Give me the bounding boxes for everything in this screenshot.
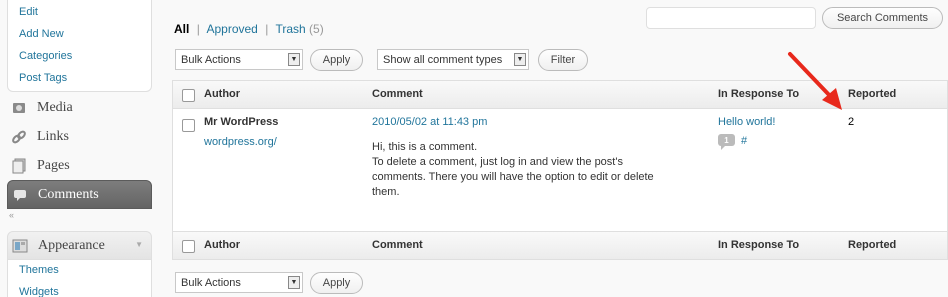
- filter-separator: |: [196, 22, 200, 36]
- row-checkbox[interactable]: [182, 119, 195, 132]
- menu-pages-label: Pages: [37, 157, 70, 173]
- response-hash-link[interactable]: #: [741, 135, 747, 147]
- media-icon: [11, 100, 27, 116]
- bulk-actions-value: Bulk Actions: [181, 53, 241, 66]
- bulk-actions-value: Bulk Actions: [181, 276, 241, 289]
- comments-icon: [12, 187, 28, 203]
- comment-text-body: To delete a comment, just log in and vie…: [372, 156, 654, 198]
- bulk-actions-select-bottom[interactable]: Bulk Actions ▼: [175, 272, 303, 293]
- menu-media[interactable]: Media: [7, 93, 152, 122]
- search-comments-button[interactable]: Search Comments: [822, 7, 943, 29]
- posts-submenu: Edit Add New Categories Post Tags: [7, 0, 152, 92]
- column-in-response-to: In Response To: [718, 239, 800, 251]
- table-footer: Author Comment In Response To Reported: [173, 231, 947, 259]
- column-in-response-to: In Response To: [718, 88, 800, 100]
- menu-links-label: Links: [37, 128, 69, 144]
- submenu-edit[interactable]: Edit: [19, 6, 38, 18]
- author-name: Mr WordPress: [204, 116, 279, 128]
- menu-comments[interactable]: Comments: [7, 180, 152, 209]
- table-header: Author Comment In Response To Reported: [173, 81, 947, 109]
- filter-approved[interactable]: Approved: [206, 22, 257, 36]
- comment-count-bubble[interactable]: 1: [718, 134, 735, 150]
- response-post-link[interactable]: Hello world!: [718, 116, 775, 128]
- menu-appearance[interactable]: Appearance ▼: [7, 231, 152, 260]
- column-comment: Comment: [372, 239, 423, 251]
- dropdown-arrow-icon: ▼: [288, 276, 300, 289]
- submenu-categories[interactable]: Categories: [19, 50, 72, 62]
- submenu-widgets[interactable]: Widgets: [19, 286, 59, 297]
- apply-button-bottom[interactable]: Apply: [310, 272, 363, 294]
- comment-type-select[interactable]: Show all comment types ▼: [377, 49, 529, 70]
- collapse-menu-icon[interactable]: «: [9, 210, 14, 220]
- author-url-link[interactable]: wordpress.org/: [204, 136, 277, 148]
- apply-button-top[interactable]: Apply: [310, 49, 363, 71]
- menu-appearance-label: Appearance: [38, 237, 105, 253]
- filter-all[interactable]: All: [174, 22, 189, 36]
- menu-links[interactable]: Links: [7, 122, 152, 151]
- column-author: Author: [204, 239, 241, 251]
- table-row: Mr WordPress wordpress.org/ 2010/05/02 a…: [173, 109, 947, 231]
- column-comment: Comment: [372, 88, 423, 100]
- links-icon: [11, 129, 27, 145]
- filter-separator: |: [265, 22, 269, 36]
- select-all-checkbox-footer[interactable]: [182, 240, 195, 253]
- trash-count: (5): [309, 22, 324, 36]
- select-all-checkbox[interactable]: [182, 89, 195, 102]
- comment-text-line: Hi, this is a comment.: [372, 141, 478, 153]
- bulk-actions-select[interactable]: Bulk Actions ▼: [175, 49, 303, 70]
- appearance-submenu: Themes Widgets: [7, 259, 152, 297]
- search-input[interactable]: [646, 7, 816, 29]
- dropdown-arrow-icon: ▼: [514, 53, 526, 66]
- filter-button[interactable]: Filter: [538, 49, 588, 71]
- menu-media-label: Media: [37, 99, 73, 115]
- column-reported: Reported: [848, 88, 897, 100]
- dropdown-arrow-icon: ▼: [288, 53, 300, 66]
- menu-toggle-icon[interactable]: ▼: [135, 240, 143, 249]
- submenu-post-tags[interactable]: Post Tags: [19, 72, 67, 84]
- reported-count: 2: [848, 116, 855, 128]
- filter-trash[interactable]: Trash: [275, 22, 305, 36]
- status-filters: All | Approved | Trash (5): [174, 22, 324, 36]
- column-reported: Reported: [848, 239, 897, 251]
- pages-icon: [11, 158, 27, 174]
- column-author: Author: [204, 88, 241, 100]
- comments-table: Author Comment In Response To Reported M…: [172, 80, 948, 260]
- comment-date-link[interactable]: 2010/05/02 at 11:43 pm: [372, 116, 487, 128]
- submenu-themes[interactable]: Themes: [19, 264, 59, 276]
- admin-sidebar: Edit Add New Categories Post Tags Media …: [0, 0, 158, 297]
- menu-comments-label: Comments: [38, 186, 99, 202]
- submenu-add-new[interactable]: Add New: [19, 28, 64, 40]
- comment-type-value: Show all comment types: [383, 53, 503, 66]
- main-content: All | Approved | Trash (5) Search Commen…: [172, 0, 948, 297]
- appearance-icon: [12, 238, 28, 254]
- menu-pages[interactable]: Pages: [7, 151, 152, 180]
